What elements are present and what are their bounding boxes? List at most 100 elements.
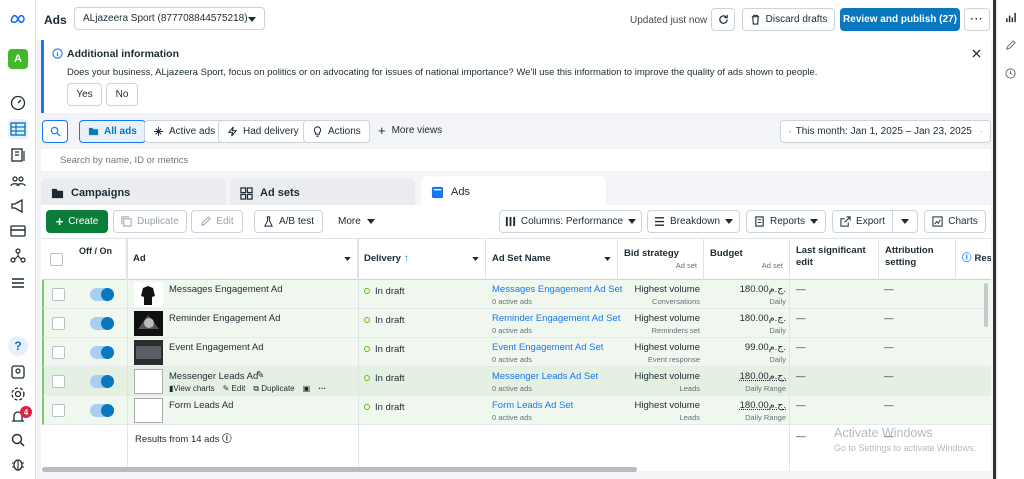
pencil-icon[interactable] [1005,40,1016,51]
reports-dropdown[interactable]: Reports [746,210,826,233]
all-ads-filter[interactable]: All ads [79,120,146,143]
search-bar[interactable] [41,149,991,171]
more-actions-icon[interactable]: ··· [318,384,326,394]
ad-status-toggle[interactable] [90,288,114,301]
export-button[interactable]: Export [832,210,893,233]
edit-name-icon[interactable]: ✎ [256,370,264,381]
settings-icon[interactable] [8,384,28,404]
header-delivery[interactable]: Delivery ↑ [358,238,486,280]
duplicate-link[interactable]: ⧉ Duplicate [253,384,294,394]
vertical-scrollbar[interactable] [984,283,988,327]
create-button[interactable]: + Create [46,210,108,233]
ad-status-toggle[interactable] [90,404,114,417]
info-icon: ⓘ [962,253,972,264]
help-icon[interactable]: ? [8,336,28,356]
close-icon[interactable] [972,49,981,58]
more-dropdown[interactable]: More [338,216,375,227]
bid-goal: Leads [679,384,700,393]
yes-button[interactable]: Yes [67,83,102,106]
preview-icon[interactable]: ▣ [303,384,311,394]
account-selector[interactable]: ALjazeera Sport (877708844575218) [74,7,265,30]
notifications-list-icon[interactable] [8,362,28,382]
account-avatar[interactable]: A [8,49,28,69]
ab-test-button[interactable]: A/B test [254,210,323,233]
row-checkbox[interactable] [52,346,65,359]
ad-name[interactable]: Messenger Leads Ad [169,371,258,382]
view-charts-link[interactable]: ▮View charts [169,384,215,394]
adset-link[interactable]: Messenger Leads Ad Set [492,371,598,382]
watermark-subtitle: Go to Settings to activate Windows. [834,443,977,453]
refresh-button[interactable] [711,8,735,31]
bar-chart-icon[interactable] [1005,12,1016,23]
edit-button[interactable]: Edit [191,210,243,233]
ad-name[interactable]: Messages Engagement Ad [169,284,283,295]
select-all-checkbox[interactable] [50,253,63,266]
adset-link[interactable]: Messages Engagement Ad Set [492,284,622,295]
header-ad[interactable]: Ad [127,238,358,280]
search-input[interactable] [41,149,641,171]
discard-drafts-button[interactable]: Discard drafts [742,8,835,31]
ad-name[interactable]: Event Engagement Ad [169,342,264,353]
header-adset[interactable]: Ad Set Name [486,238,618,280]
bug-report-icon[interactable] [8,454,28,474]
export-dropdown-button[interactable] [892,210,918,233]
row-checkbox[interactable] [52,404,65,417]
more-views-button[interactable]: + More views [378,124,442,137]
chart-icon [932,216,943,227]
billing-icon[interactable] [8,221,28,241]
search-nav-icon[interactable] [8,430,28,450]
table-row[interactable]: Event Engagement Ad In draft Event Engagem… [42,338,991,367]
review-publish-button[interactable]: Review and publish (27) [840,8,960,31]
more-options-button[interactable]: ··· [964,8,990,31]
top-bar: Ads ALjazeera Sport (877708844575218) Up… [36,0,993,40]
megaphone-icon[interactable] [8,196,28,216]
refresh-icon [718,14,728,24]
audience-icon[interactable] [8,171,28,191]
header-attribution[interactable]: Attribution setting [879,238,956,280]
watermark-title: Activate Windows [834,426,933,440]
history-icon[interactable] [1005,68,1016,79]
tab-campaigns[interactable]: Campaigns [41,178,226,208]
adset-link[interactable]: Event Engagement Ad Set [492,342,603,353]
dashboard-icon[interactable] [8,93,28,113]
header-results[interactable]: ⓘ Res [956,238,991,280]
ad-name[interactable]: Reminder Engagement Ad [169,313,280,324]
no-button[interactable]: No [106,83,138,106]
header-last-edit[interactable]: Last significant edit [790,238,879,280]
actions-filter[interactable]: Actions [303,120,370,143]
active-ads-filter[interactable]: Active ads [144,120,225,143]
date-range-picker[interactable]: This month: Jan 1, 2025 – Jan 23, 2025 [780,120,991,143]
menu-icon[interactable] [8,273,28,293]
horizontal-scrollbar[interactable] [42,467,637,472]
row-checkbox[interactable] [52,288,65,301]
search-toggle-button[interactable] [42,120,68,143]
table-row[interactable]: Form Leads Ad In draft Form Leads Ad Set 0 … [42,396,991,425]
tab-ads[interactable]: Ads [421,176,606,208]
campaigns-table-icon[interactable] [8,119,28,139]
adset-link[interactable]: Form Leads Ad Set [492,400,573,411]
bid-goal: Reminders set [651,326,700,335]
duplicate-button[interactable]: Duplicate [113,210,187,233]
meta-logo-icon[interactable] [8,9,28,29]
tab-adsets[interactable]: Ad sets [230,178,415,208]
row-checkbox[interactable] [52,317,65,330]
columns-dropdown[interactable]: Columns: Performance [499,210,642,233]
ad-status-toggle[interactable] [90,375,114,388]
charts-button[interactable]: Charts [924,210,986,233]
had-delivery-filter[interactable]: Had delivery [218,120,308,143]
notification-badge: 4 [20,406,32,418]
breakdown-dropdown[interactable]: Breakdown [647,210,740,233]
table-row[interactable]: Reminder Engagement Ad In draft Reminder E… [42,309,991,338]
ad-name[interactable]: Form Leads Ad [169,400,233,411]
pages-icon[interactable] [8,145,28,165]
ad-status-toggle[interactable] [90,346,114,359]
edit-link[interactable]: ✎ Edit [223,384,246,394]
row-checkbox[interactable] [52,375,65,388]
header-bid[interactable]: Bid strategy Ad set [618,238,704,280]
table-row[interactable]: Messages Engagement Ad In draft Messages E… [42,280,991,309]
events-manager-icon[interactable] [8,246,28,266]
header-budget[interactable]: Budget Ad set [704,238,790,280]
table-row[interactable]: Messenger Leads Ad ✎ ▮View charts ✎ Edit ⧉ D… [42,367,991,396]
adset-link[interactable]: Reminder Engagement Ad Set [492,313,620,324]
ad-status-toggle[interactable] [90,317,114,330]
